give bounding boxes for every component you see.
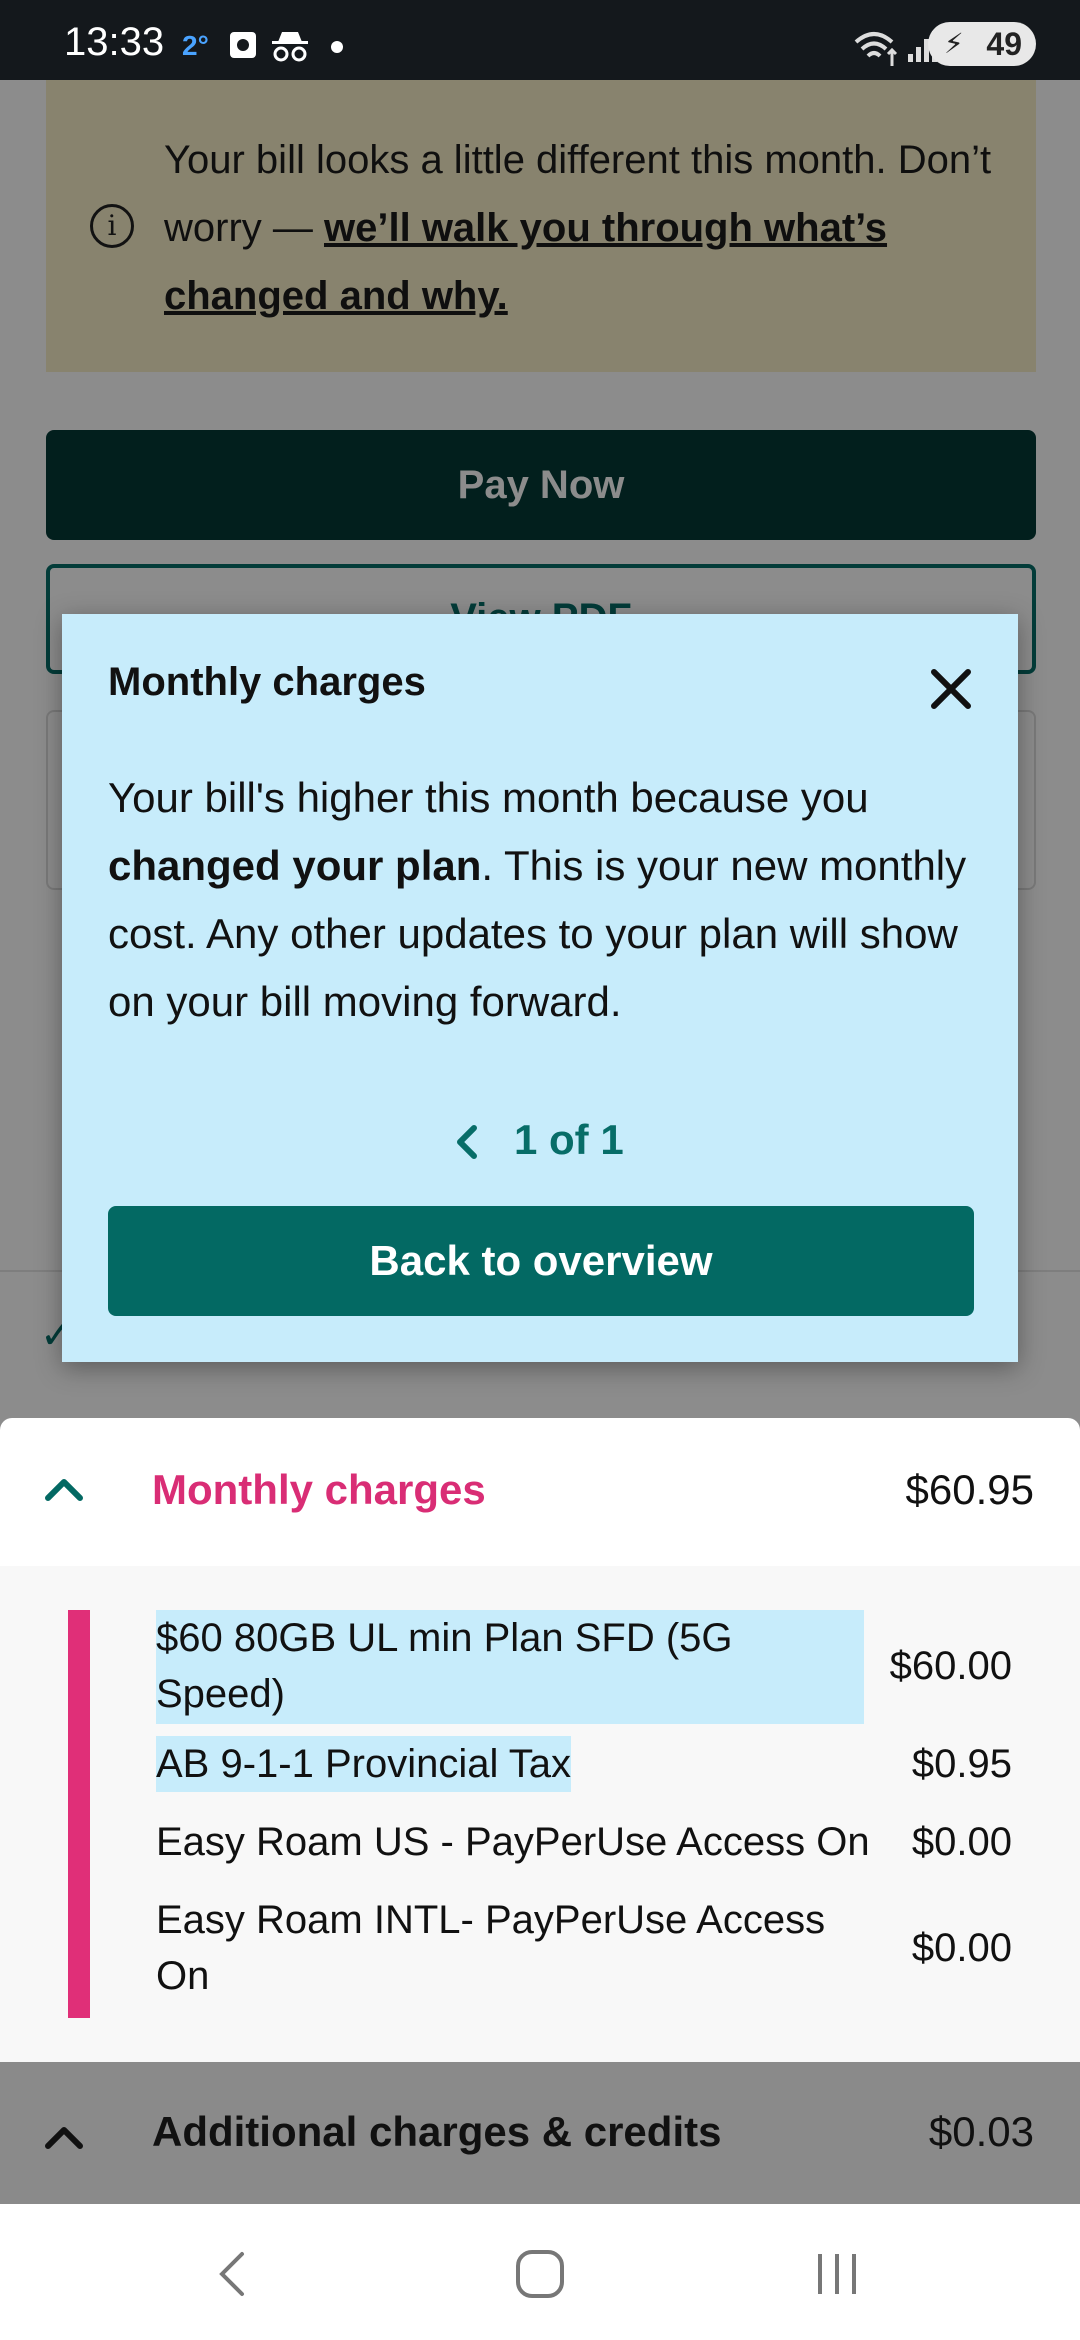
dot-icon — [331, 41, 343, 53]
status-bar: 13:33 2° ⚡ 49 — [0, 0, 1080, 80]
charge-label: $60 80GB UL min Plan SFD (5G Speed) — [156, 1610, 864, 1724]
charge-amount: $60.00 — [889, 1644, 1012, 1688]
charge-label: AB 9-1-1 Provincial Tax — [156, 1736, 571, 1792]
close-icon[interactable] — [926, 664, 976, 714]
charge-line-item: AB 9-1-1 Provincial Tax $0.95 — [156, 1736, 1036, 1792]
charge-line-item: Easy Roam US - PayPerUse Access On $0.00 — [156, 1814, 1036, 1870]
camera-icon — [230, 32, 256, 58]
chevron-left-icon[interactable] — [452, 1122, 482, 1162]
dialog-message: Your bill's higher this month because yo… — [108, 764, 988, 1036]
chevron-up-icon — [45, 2127, 83, 2149]
back-icon[interactable] — [212, 2244, 252, 2304]
charge-amount: $0.95 — [911, 1742, 1012, 1786]
monthly-charges-title: Monthly charges — [152, 1466, 486, 1513]
monthly-charges-section: Monthly charges $60.95 $60 80GB UL min P… — [0, 1418, 1080, 2062]
charge-label: Easy Roam US - PayPerUse Access On — [156, 1820, 870, 1864]
charge-label: Easy Roam INTL- PayPerUse Access On — [156, 1898, 826, 1998]
back-to-overview-button[interactable]: Back to overview — [108, 1206, 974, 1316]
battery-icon: ⚡ 49 — [928, 22, 1036, 66]
monthly-charges-total: $60.95 — [905, 1466, 1034, 1513]
monthly-charges-list: $60 80GB UL min Plan SFD (5G Speed) $60.… — [0, 1566, 1080, 2062]
dialog-message-emphasis: changed your plan — [108, 842, 482, 889]
temperature: 2° — [182, 30, 209, 61]
dialog-title: Monthly charges — [108, 660, 426, 704]
additional-charges-row[interactable]: Additional charges & credits $0.03 — [0, 2062, 1080, 2204]
battery-level: 49 — [986, 26, 1022, 62]
dialog-pager: 1 of 1 — [62, 1110, 1018, 1170]
clock: 13:33 — [64, 20, 165, 64]
charge-amount: $0.00 — [911, 1926, 1012, 1970]
charge-line-item: $60 80GB UL min Plan SFD (5G Speed) $60.… — [156, 1610, 1036, 1724]
incognito-icon — [272, 32, 308, 62]
navigation-bar — [0, 2204, 1080, 2340]
charge-line-item: Easy Roam INTL- PayPerUse Access On $0.0… — [156, 1892, 1036, 2006]
charge-amount: $0.00 — [911, 1820, 1012, 1864]
accent-bar — [68, 1610, 90, 2018]
dialog-message-start: Your bill's higher this month because yo… — [108, 774, 869, 821]
home-icon[interactable] — [510, 2244, 570, 2304]
monthly-charges-dialog: Monthly charges Your bill's higher this … — [62, 614, 1018, 1362]
chevron-up-icon — [45, 1479, 83, 1501]
additional-charges-title: Additional charges & credits — [152, 2108, 722, 2155]
wifi-icon — [854, 32, 898, 66]
additional-charges-total: $0.03 — [928, 2108, 1034, 2155]
recent-apps-icon[interactable] — [812, 2244, 862, 2304]
page-count: 1 of 1 — [514, 1116, 624, 1163]
monthly-charges-header[interactable]: Monthly charges $60.95 — [0, 1418, 1080, 1566]
